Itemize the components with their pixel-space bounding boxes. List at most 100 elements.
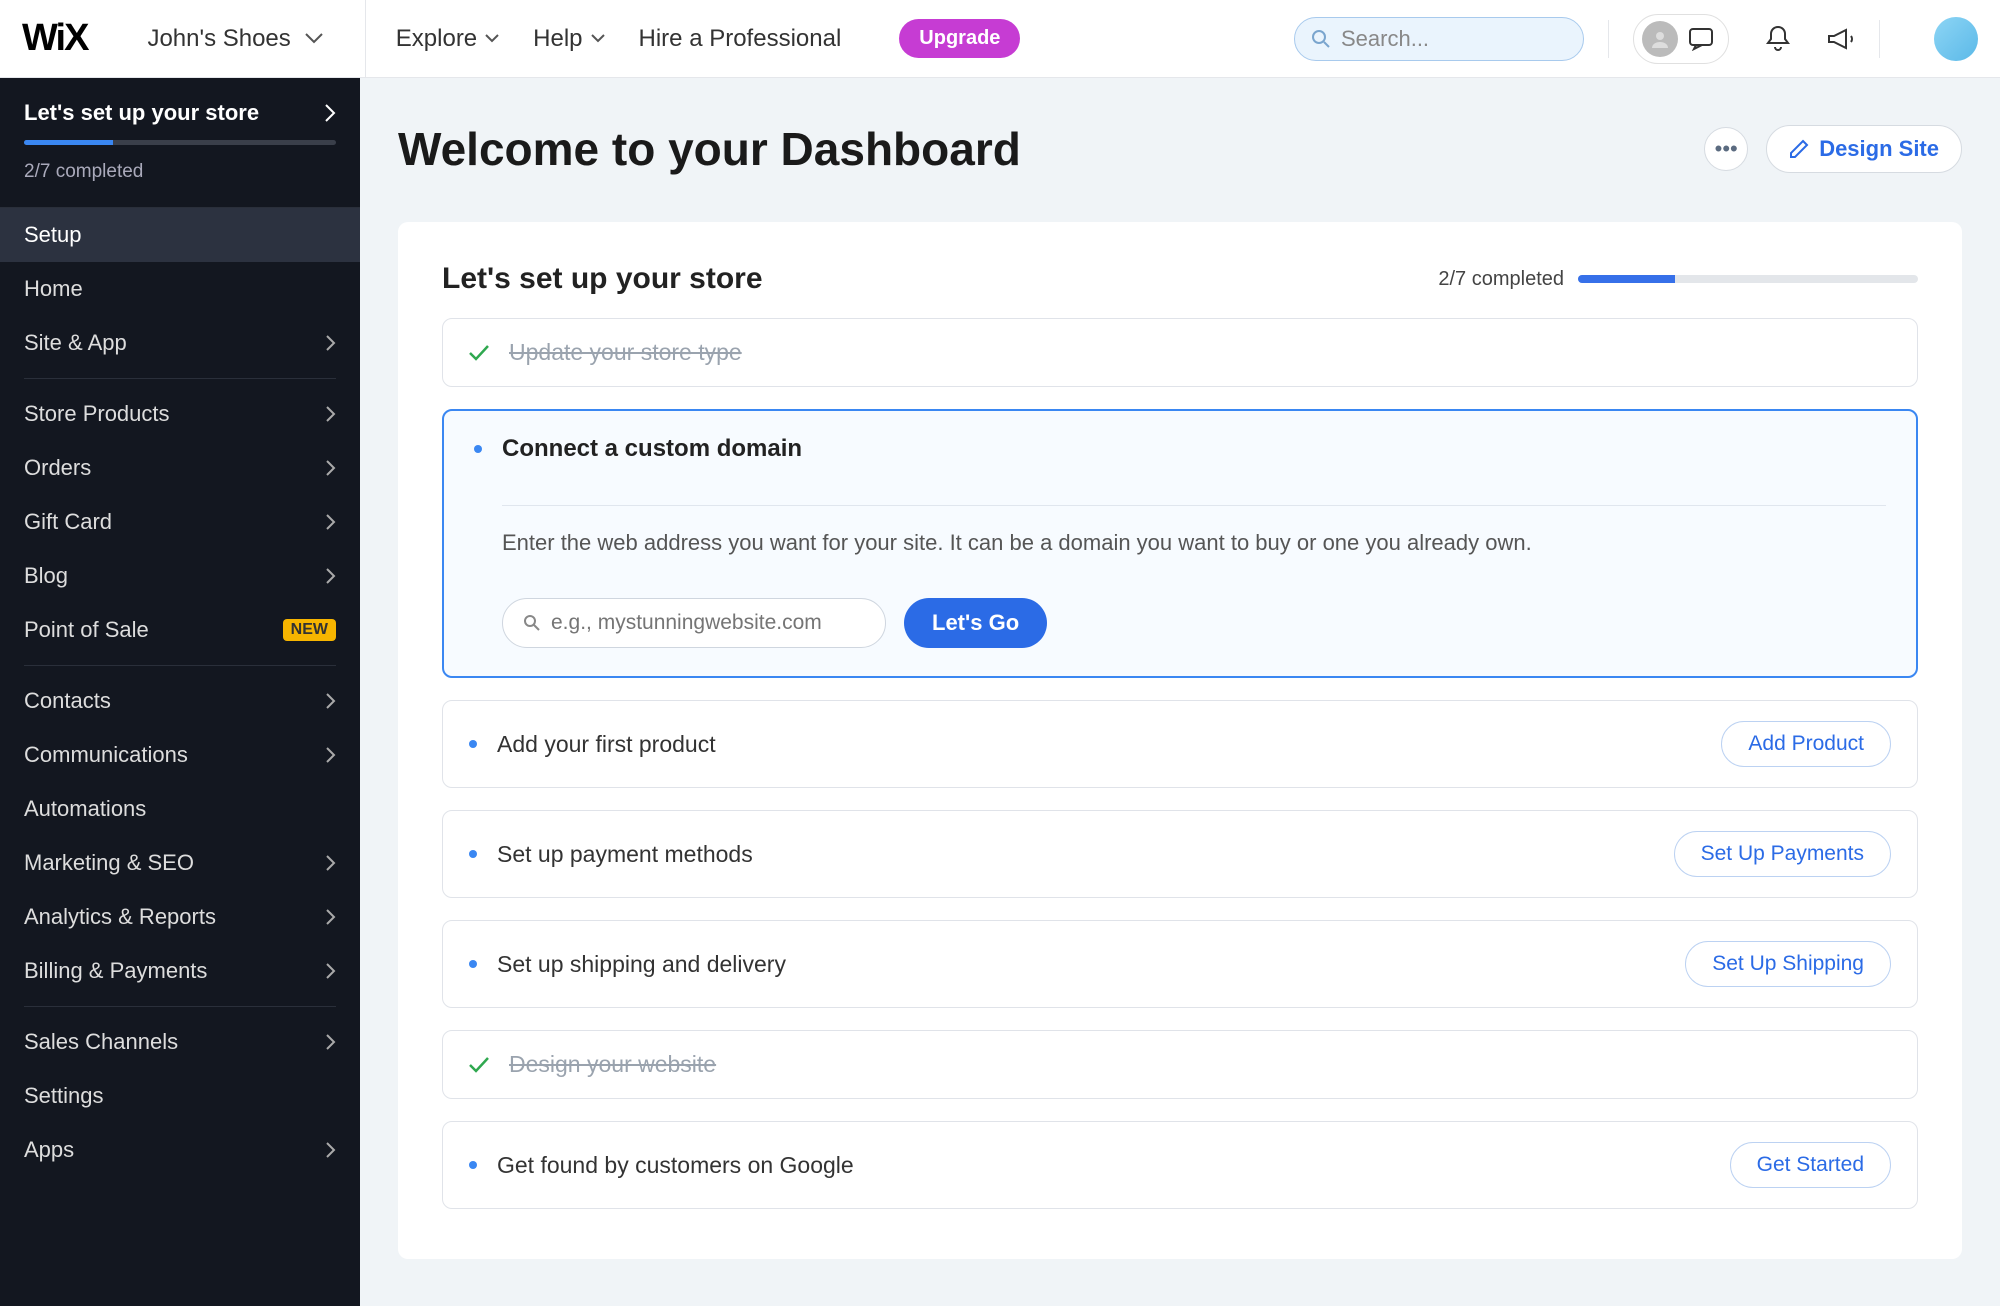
step-label: Get found by customers on Google [497,1152,1710,1179]
sidebar-item-label: Point of Sale [24,617,149,643]
card-header: Let's set up your store 2/7 completed [442,262,1918,296]
step-shipping[interactable]: Set up shipping and delivery Set Up Ship… [442,920,1918,1008]
setup-card: Let's set up your store 2/7 completed Up… [398,222,1962,1259]
more-button[interactable]: ••• [1704,127,1748,171]
nav-help[interactable]: Help [533,25,604,53]
step-label: Design your website [509,1051,1891,1078]
chevron-down-icon [591,34,605,44]
domain-input[interactable] [551,611,865,635]
nav-help-label: Help [533,25,582,53]
sidebar-item-analytics[interactable]: Analytics & Reports [0,890,360,944]
step-design[interactable]: Design your website [442,1030,1918,1099]
sidebar-item-sales-channels[interactable]: Sales Channels [0,1015,360,1069]
sidebar-item-label: Site & App [24,330,127,356]
sidebar-item-automations[interactable]: Automations [0,782,360,836]
sidebar-item-label: Store Products [24,401,170,427]
step-add-product[interactable]: Add your first product Add Product [442,700,1918,788]
step-label: Set up payment methods [497,841,1654,868]
sidebar-item-label: Settings [24,1083,104,1109]
bullet-icon [469,1161,477,1169]
sidebar-item-label: Blog [24,563,68,589]
check-icon [469,1057,489,1073]
sidebar-item-contacts[interactable]: Contacts [0,674,360,728]
search-icon [523,614,541,632]
step-payments[interactable]: Set up payment methods Set Up Payments [442,810,1918,898]
top-bar: WiX John's Shoes Explore Help Hire a Pro… [0,0,2000,78]
upgrade-button[interactable]: Upgrade [899,19,1020,58]
get-started-button[interactable]: Get Started [1730,1142,1891,1188]
step-google[interactable]: Get found by customers on Google Get Sta… [442,1121,1918,1209]
sidebar-item-gift-card[interactable]: Gift Card [0,495,360,549]
step-label: Connect a custom domain [502,435,1886,463]
main-content: Welcome to your Dashboard ••• Design Sit… [360,78,2000,1306]
sidebar-item-pos[interactable]: Point of Sale NEW [0,603,360,657]
notifications-icon[interactable] [1765,25,1791,53]
divider [24,665,336,666]
page-header: Welcome to your Dashboard ••• Design Sit… [398,122,1962,176]
sidebar-item-marketing[interactable]: Marketing & SEO [0,836,360,890]
sidebar-item-label: Setup [24,222,82,248]
sidebar-item-blog[interactable]: Blog [0,549,360,603]
sidebar-item-settings[interactable]: Settings [0,1069,360,1123]
sidebar-item-billing[interactable]: Billing & Payments [0,944,360,998]
sidebar-setup-banner[interactable]: Let's set up your store [0,100,360,140]
sidebar-item-label: Automations [24,796,146,822]
chevron-right-icon [324,104,336,122]
card-progress-text: 2/7 completed [1438,268,1564,291]
chevron-down-icon [485,34,499,44]
chevron-right-icon [326,460,336,476]
bullet-icon [469,740,477,748]
pencil-icon [1789,139,1809,159]
chevron-right-icon [326,855,336,871]
divider [24,1006,336,1007]
set-up-shipping-button[interactable]: Set Up Shipping [1685,941,1891,987]
sidebar-item-store-products[interactable]: Store Products [0,387,360,441]
search-input[interactable]: Search... [1294,17,1584,61]
sidebar-item-label: Gift Card [24,509,112,535]
step-connect-domain: Connect a custom domain Enter the web ad… [442,409,1918,678]
step-label: Add your first product [497,731,1701,758]
sidebar-item-apps[interactable]: Apps [0,1123,360,1177]
nav-explore[interactable]: Explore [396,25,499,53]
add-product-button[interactable]: Add Product [1721,721,1891,767]
new-badge: NEW [283,619,336,641]
design-site-button[interactable]: Design Site [1766,125,1962,173]
announcements-icon[interactable] [1827,26,1855,52]
inbox-button[interactable] [1633,14,1729,64]
set-up-payments-button[interactable]: Set Up Payments [1674,831,1891,877]
domain-input-wrapper [502,598,886,648]
wix-logo[interactable]: WiX [22,17,87,60]
user-avatar[interactable] [1934,17,1978,61]
step-update-type[interactable]: Update your store type [442,318,1918,387]
sidebar-item-home[interactable]: Home [0,262,360,316]
sidebar-item-label: Communications [24,742,188,768]
sidebar-item-label: Analytics & Reports [24,904,216,930]
site-name: John's Shoes [147,25,290,53]
sidebar: Let's set up your store 2/7 completed Se… [0,78,360,1306]
chevron-right-icon [326,963,336,979]
sidebar-item-site-app[interactable]: Site & App [0,316,360,370]
chevron-down-icon [305,33,323,45]
sidebar-item-label: Billing & Payments [24,958,207,984]
domain-input-row: Let's Go [502,598,1886,648]
site-switcher[interactable]: John's Shoes [147,0,365,78]
avatar-icon [1642,21,1678,57]
sidebar-item-orders[interactable]: Orders [0,441,360,495]
step-header-row: Connect a custom domain [474,435,1886,463]
lets-go-button[interactable]: Let's Go [904,598,1047,648]
sidebar-item-setup[interactable]: Setup [0,208,360,262]
chevron-right-icon [326,1142,336,1158]
bullet-icon [474,445,482,453]
nav-explore-label: Explore [396,25,477,53]
card-progress-bar [1578,275,1918,283]
chevron-right-icon [326,693,336,709]
step-label: Set up shipping and delivery [497,951,1665,978]
header-actions: ••• Design Site [1704,125,1962,173]
nav-hire[interactable]: Hire a Professional [639,25,842,53]
divider [24,378,336,379]
chat-icon [1688,27,1714,51]
separator [1608,20,1609,58]
design-site-label: Design Site [1819,136,1939,162]
sidebar-item-label: Marketing & SEO [24,850,194,876]
sidebar-item-communications[interactable]: Communications [0,728,360,782]
